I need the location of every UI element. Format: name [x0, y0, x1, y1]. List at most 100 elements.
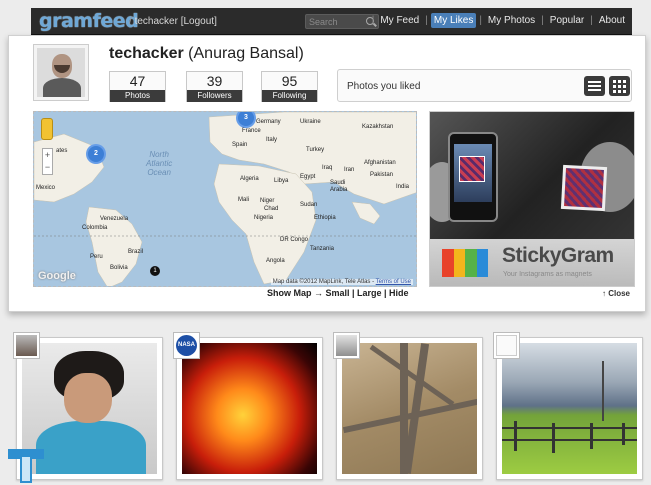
map-label: Angola — [266, 258, 285, 264]
stat-following-label: Following — [262, 90, 317, 102]
map-label: Mali — [238, 197, 250, 203]
owner-avatar-badge[interactable] — [333, 332, 360, 359]
stat-followers-value: 39 — [206, 73, 223, 89]
nav-divider: | — [371, 15, 375, 26]
nasa-avatar-badge[interactable]: NASA — [173, 332, 200, 359]
ad-title: StickyGram — [502, 244, 614, 267]
map-landmasses — [34, 112, 416, 286]
nav-about[interactable]: About — [596, 13, 628, 28]
ad-tagline: Your Instagrams as magnets — [503, 271, 592, 278]
map-label: Egypt — [300, 174, 316, 180]
map-label: Turkey — [306, 147, 325, 153]
map-label: Saudi — [330, 180, 346, 186]
liked-photos-bar: Photos you liked — [337, 69, 632, 102]
ad-phone-image — [448, 132, 498, 222]
close-ad-link[interactable]: ↑ Close — [602, 289, 630, 298]
map-label: Pakistan — [370, 172, 394, 178]
map-label: Ethiopia — [314, 215, 336, 221]
map-zoom-control[interactable]: + − — [42, 148, 53, 175]
map-label: Sudan — [300, 202, 318, 208]
map-ocean-label: North Atlantic Ocean — [146, 150, 173, 177]
map-label: Kazakhstan — [362, 124, 394, 130]
map-label: France — [242, 128, 261, 134]
list-view-icon[interactable] — [584, 76, 605, 96]
photo-image[interactable] — [342, 343, 477, 474]
map-label: Venezuela — [100, 216, 129, 222]
map-label: Arabia — [330, 187, 348, 193]
profile-username: techacker — [109, 45, 184, 62]
map-label: Iraq — [322, 165, 333, 171]
stat-following[interactable]: 95 Following — [261, 71, 318, 102]
nav-divider: | — [541, 15, 544, 26]
map-label: Peru — [90, 254, 103, 260]
map-pin-marker[interactable]: 1 — [150, 266, 160, 276]
avatar-image — [37, 48, 85, 97]
nav-divider: | — [425, 15, 428, 26]
map-label: Mexico — [36, 185, 56, 191]
map-label: Italy — [266, 137, 278, 143]
map-label: Nigeria — [254, 215, 274, 221]
map-label: Niger — [260, 198, 275, 204]
photo-tile[interactable] — [333, 332, 483, 480]
map-label: Iran — [344, 167, 355, 173]
map-label: Brazil — [128, 249, 144, 255]
terms-of-use-link[interactable]: Terms of Use — [376, 279, 411, 285]
map-label: Germany — [256, 119, 281, 125]
nav-my-feed[interactable]: My Feed — [377, 13, 422, 28]
stickygram-ad[interactable]: StickyGram Your Instagrams as magnets — [429, 111, 635, 287]
search-input[interactable] — [309, 16, 365, 27]
logout-link[interactable]: [Logout] — [181, 16, 217, 27]
stat-photos-value: 47 — [129, 73, 146, 89]
top-bar: gramfeed / techacker [Logout] | My Feed … — [31, 8, 632, 35]
main-nav: | My Feed | My Likes | My Photos | Popul… — [369, 13, 628, 28]
ad-brand-strip: StickyGram Your Instagrams as magnets — [430, 239, 634, 286]
stickygram-logo-icon — [442, 249, 488, 277]
map-cluster-marker[interactable]: 2 — [86, 144, 106, 164]
stat-following-value: 95 — [281, 73, 298, 89]
profile-name: techacker (Anurag Bansal) — [109, 45, 304, 63]
map-label: Chad — [264, 206, 279, 212]
stat-photos[interactable]: 47 Photos — [109, 71, 166, 102]
nav-popular[interactable]: Popular — [547, 13, 587, 28]
nav-divider: | — [590, 15, 593, 26]
map-label: Libya — [274, 178, 289, 184]
map-size-controls[interactable]: Show Map → Small | Large | Hide — [267, 288, 409, 298]
ad-magnet-image — [560, 164, 608, 212]
map-label: Algeria — [240, 176, 259, 182]
gramfeed-logo[interactable]: gramfeed — [39, 10, 139, 32]
stat-followers[interactable]: 39 Followers — [186, 71, 243, 102]
profile-fullname: (Anurag Bansal) — [188, 45, 304, 62]
t-logo-icon — [8, 449, 44, 483]
nav-divider: | — [479, 15, 482, 26]
google-logo: Google — [38, 270, 76, 282]
map-label: Tanzania — [310, 246, 335, 252]
breadcrumb: / techacker [Logout] — [129, 16, 217, 27]
owner-avatar-badge[interactable] — [13, 332, 40, 359]
photo-map[interactable]: + − North Atlantic Ocean Kazakhstan Ukraine… — [33, 111, 417, 287]
breadcrumb-user[interactable]: techacker — [135, 16, 178, 27]
map-label: Colombia — [82, 225, 108, 231]
map-label: ates — [56, 148, 68, 154]
owner-avatar-badge[interactable] — [493, 332, 520, 359]
map-label: Ukraine — [300, 119, 321, 125]
map-label: DR Congo — [280, 237, 309, 243]
profile-avatar[interactable] — [33, 44, 89, 101]
map-label: Afghanistan — [364, 160, 396, 166]
stat-followers-label: Followers — [187, 90, 242, 102]
map-credit: Map data ©2012 MapLink, Tele Atlas - Ter… — [270, 279, 413, 285]
nav-my-likes[interactable]: My Likes — [430, 13, 477, 28]
grid-view-icon[interactable] — [609, 76, 630, 96]
liked-photos-label: Photos you liked — [347, 81, 421, 92]
breadcrumb-separator: / — [129, 16, 132, 27]
photo-image[interactable] — [502, 343, 637, 474]
photo-tile[interactable] — [493, 332, 643, 480]
map-label: Spain — [232, 142, 248, 148]
map-label: India — [396, 184, 410, 190]
map-label: Bolivia — [110, 265, 128, 271]
street-view-pegman-icon[interactable] — [41, 118, 53, 140]
nav-my-photos[interactable]: My Photos — [485, 13, 538, 28]
stat-photos-label: Photos — [110, 90, 165, 102]
photo-tile[interactable]: NASA — [173, 332, 323, 480]
photo-image[interactable] — [182, 343, 317, 474]
profile-panel: techacker (Anurag Bansal) 47 Photos 39 F… — [8, 35, 646, 312]
